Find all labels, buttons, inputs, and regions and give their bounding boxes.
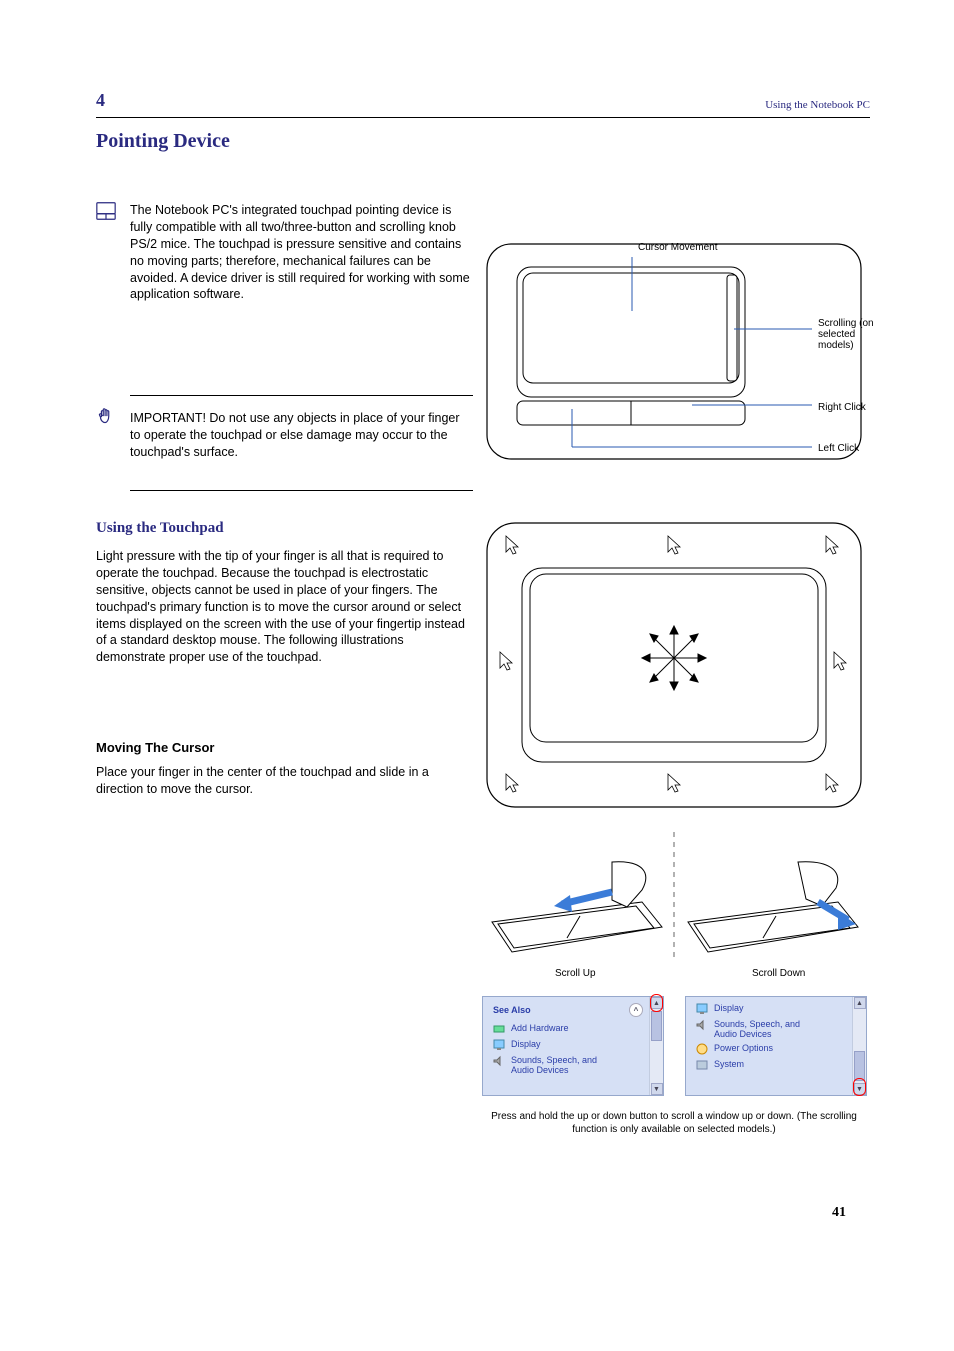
scroll-up-arrow[interactable]: ▲ <box>854 997 866 1009</box>
important-note: IMPORTANT! Do not use any objects in pla… <box>130 410 470 461</box>
list-item: System <box>686 1057 866 1073</box>
pane-item-label: Sounds, Speech, and Audio Devices <box>511 1055 621 1075</box>
pane-item-label: Sounds, Speech, and Audio Devices <box>714 1019 824 1039</box>
pane-title-text: See Also <box>493 1005 531 1015</box>
gestures-diagram <box>482 832 866 962</box>
highlight-scroll-up <box>650 994 663 1012</box>
sound-icon <box>493 1055 505 1067</box>
section-title: Pointing Device <box>96 130 230 153</box>
list-item: Sounds, Speech, and Audio Devices <box>686 1017 866 1041</box>
using-title: Using the Touchpad <box>96 520 224 537</box>
pane-item-label: Display <box>714 1003 744 1013</box>
moving-paragraph: Place your finger in the center of the t… <box>96 764 468 798</box>
highlight-scroll-down <box>853 1078 866 1096</box>
scroll-down-label: Scroll Down <box>752 968 805 979</box>
display-icon <box>493 1039 505 1051</box>
intro-paragraph: The Notebook PC's integrated touchpad po… <box>130 202 470 303</box>
pane-title: See Also ^ <box>483 997 663 1021</box>
page-number: 41 <box>832 1205 846 1221</box>
touchpad-label-right: Right Click <box>818 402 866 413</box>
hardware-icon <box>493 1023 505 1035</box>
page-header: 4 Using the Notebook PC <box>96 90 870 118</box>
note-divider-top <box>130 395 473 396</box>
pane-item-label: Display <box>511 1039 541 1049</box>
touchpad-diagram <box>482 239 866 464</box>
touchpad-icon <box>95 200 117 222</box>
list-item: Sounds, Speech, and Audio Devices <box>483 1053 663 1077</box>
system-icon <box>696 1059 708 1071</box>
pane-item-label: Add Hardware <box>511 1023 569 1033</box>
touchpad-label-scroll: Scrolling (on selected models) <box>818 318 888 351</box>
screenshot-scroll-down: Display Sounds, Speech, and Audio Device… <box>685 996 867 1096</box>
hand-stop-icon <box>95 407 117 429</box>
scroll-down-arrow[interactable]: ▼ <box>651 1083 663 1095</box>
scroll-thumb[interactable] <box>854 1051 865 1081</box>
header-chapter-num: 4 <box>96 90 105 111</box>
pane-item-label: Power Options <box>714 1043 773 1053</box>
scroll-caption: Press and hold the up or down button to … <box>482 1110 866 1136</box>
using-paragraph: Light pressure with the tip of your fing… <box>96 548 468 666</box>
header-chapter-title: Using the Notebook PC <box>765 99 870 111</box>
list-item: Power Options <box>686 1041 866 1057</box>
note-divider-bottom <box>130 490 473 491</box>
sound-icon <box>696 1019 708 1031</box>
directions-diagram <box>482 518 866 812</box>
moving-title: Moving The Cursor <box>96 740 214 755</box>
touchpad-label-cursor: Cursor Movement <box>638 242 717 253</box>
collapse-icon: ^ <box>629 1003 643 1017</box>
scroll-up-label: Scroll Up <box>555 968 596 979</box>
touchpad-label-left: Left Click <box>818 443 859 454</box>
list-item: Display <box>686 997 866 1017</box>
power-icon <box>696 1043 708 1055</box>
pane-item-label: System <box>714 1059 744 1069</box>
scroll-thumb[interactable] <box>651 1011 662 1041</box>
display-icon <box>696 1003 708 1015</box>
screenshot-scroll-up: See Also ^ Add Hardware Display Sounds, … <box>482 996 664 1096</box>
list-item: Add Hardware <box>483 1021 663 1037</box>
list-item: Display <box>483 1037 663 1053</box>
